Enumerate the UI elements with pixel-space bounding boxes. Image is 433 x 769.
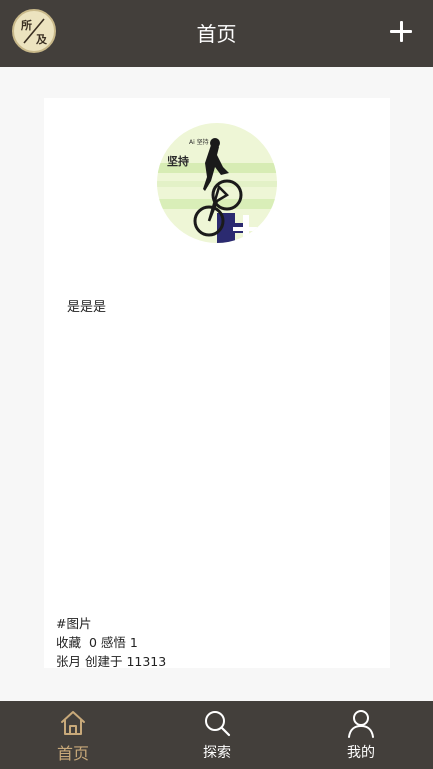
post-meta: 张月 创建于 11313 <box>56 654 167 669</box>
post-text: 是是是 <box>67 300 107 315</box>
search-icon <box>205 711 231 737</box>
tab-home-label: 首页 <box>56 744 89 763</box>
tab-explore-label: 探索 <box>203 745 231 761</box>
post-image[interactable]: 坚持 Ai 坚持 <box>157 123 277 243</box>
bottom-tab-bar: 首页 探索 我的 <box>0 701 433 769</box>
tab-mine[interactable]: 我的 <box>301 701 421 769</box>
add-button[interactable] <box>384 14 418 48</box>
tab-explore[interactable]: 探索 <box>157 701 277 769</box>
image-caption-large: 坚持 <box>167 155 189 168</box>
tab-home[interactable]: 首页 <box>13 701 133 769</box>
image-caption-small: Ai 坚持 <box>189 139 209 146</box>
top-app-bar: 所 及 首页 <box>0 0 433 67</box>
home-icon <box>61 711 85 735</box>
post-stats: 收藏 0 感悟 1 <box>56 635 138 650</box>
tab-mine-label: 我的 <box>347 745 375 761</box>
user-icon <box>348 710 374 738</box>
cyclist-illustration <box>157 123 277 243</box>
main-content: 坚持 Ai 坚持 是是是 #图片 收藏 0 感悟 1 张月 创建于 11313 <box>0 67 433 701</box>
post-tag[interactable]: #图片 <box>56 613 91 632</box>
page-title: 首页 <box>196 22 237 46</box>
post-card[interactable]: 坚持 Ai 坚持 是是是 #图片 收藏 0 感悟 1 张月 创建于 11313 <box>44 98 390 669</box>
